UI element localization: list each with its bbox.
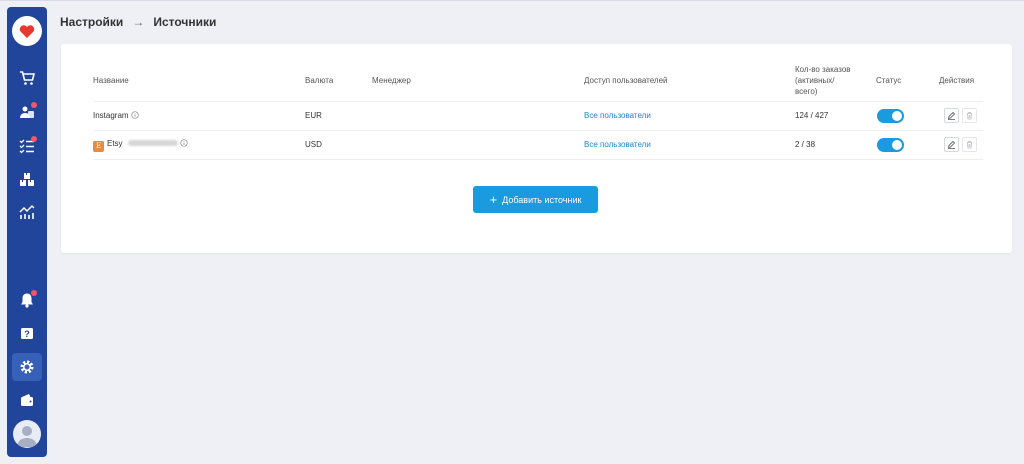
bell-notification-dot <box>31 290 37 296</box>
row-divider <box>93 159 983 160</box>
edit-button[interactable] <box>944 137 959 152</box>
orders-count-cell: 124 / 427 <box>795 111 829 120</box>
top-border <box>0 0 1024 1</box>
add-source-button[interactable]: + Добавить источник <box>473 186 598 213</box>
toggle-knob <box>892 111 902 121</box>
help-icon[interactable]: ? <box>17 324 37 344</box>
edit-icon <box>947 111 956 120</box>
column-header-currency: Валюта <box>305 76 334 85</box>
source-name-cell: E Etsy <box>93 139 188 152</box>
info-icon[interactable] <box>179 139 188 147</box>
sidebar: ? <box>7 7 47 457</box>
toggle-knob <box>892 140 902 150</box>
sources-card: Название Валюта Менеджер Доступ пользова… <box>61 44 1012 253</box>
source-name-cell: Instagram <box>93 111 139 121</box>
breadcrumb-separator: → <box>132 15 145 29</box>
info-icon[interactable] <box>130 111 139 119</box>
status-toggle[interactable] <box>877 109 904 123</box>
delete-button[interactable] <box>962 108 977 123</box>
breadcrumb-settings[interactable]: Настройки <box>60 15 123 29</box>
edit-icon <box>947 140 956 149</box>
source-name: Etsy <box>107 139 123 148</box>
column-header-name: Название <box>93 76 129 85</box>
delete-icon <box>967 112 972 120</box>
breadcrumb-current: Источники <box>153 15 217 29</box>
currency-cell: USD <box>305 140 322 149</box>
heart-logo-icon[interactable] <box>12 16 42 46</box>
column-header-manager: Менеджер <box>372 76 411 85</box>
source-name: Instagram <box>93 111 129 120</box>
orders-count-cell: 2 / 38 <box>795 140 816 149</box>
wallet-icon[interactable] <box>17 390 37 410</box>
breadcrumb: Настройки → Источники <box>60 15 216 29</box>
column-header-actions: Действия <box>939 76 975 85</box>
settings-icon[interactable] <box>17 357 37 377</box>
analytics-icon[interactable] <box>17 202 37 222</box>
add-source-label: Добавить источник <box>502 194 582 205</box>
column-header-orders: Кол-во заказов (активных/ всего) <box>795 64 851 97</box>
svg-text:?: ? <box>24 329 30 339</box>
bell-icon[interactable] <box>17 290 37 310</box>
warehouse-icon[interactable] <box>17 170 37 190</box>
customers-notification-dot <box>31 102 37 108</box>
column-header-orders-line1: Кол-во заказов <box>795 65 851 74</box>
delete-icon <box>967 141 972 149</box>
status-toggle[interactable] <box>877 138 904 152</box>
access-link[interactable]: Все пользователи <box>584 111 651 121</box>
edit-button[interactable] <box>944 108 959 123</box>
cart-icon[interactable] <box>17 68 37 88</box>
currency-cell: EUR <box>305 111 322 120</box>
tasks-icon[interactable] <box>17 136 37 156</box>
column-header-orders-line3: всего) <box>795 87 818 96</box>
plus-icon: + <box>489 192 498 207</box>
redacted-shop-name <box>127 140 178 146</box>
delete-button[interactable] <box>962 137 977 152</box>
header-divider <box>93 101 983 102</box>
access-link[interactable]: Все пользователи <box>584 140 651 150</box>
customers-icon[interactable] <box>17 102 37 122</box>
user-avatar-icon[interactable] <box>13 420 41 448</box>
row-divider <box>93 130 983 131</box>
column-header-status: Статус <box>876 76 902 85</box>
column-header-orders-line2: (активных/ <box>795 76 835 85</box>
etsy-logo-icon: E <box>93 141 104 152</box>
column-header-access: Доступ пользователей <box>584 76 668 85</box>
tasks-notification-dot <box>31 136 37 142</box>
